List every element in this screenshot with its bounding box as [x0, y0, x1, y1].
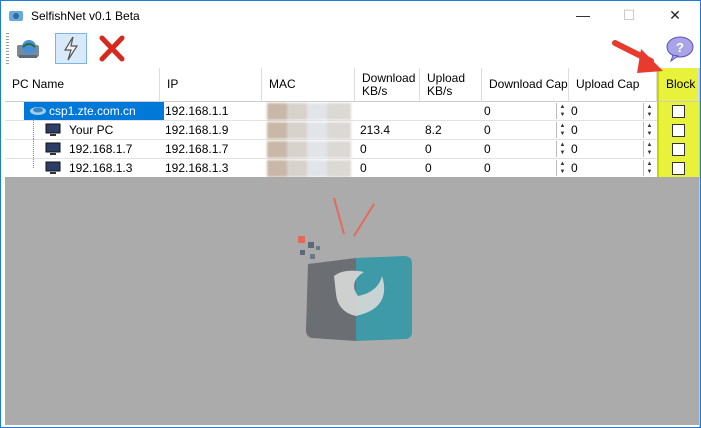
mac-cell: [267, 160, 351, 177]
title-bar: SelfishNet v0.1 Beta — ☐ ✕: [1, 1, 700, 31]
toolbar: ?: [1, 31, 700, 68]
close-button[interactable]: ✕: [652, 1, 698, 31]
table-row[interactable]: csp1.zte.com.cn 192.168.1.1 0 ▲ ▼ 0 ▲ ▼: [5, 102, 699, 121]
pc-name: Your PC: [69, 123, 114, 137]
spin-arrows-icon[interactable]: ▲ ▼: [643, 103, 655, 119]
block-cell: [657, 102, 699, 121]
network-icon: [17, 40, 39, 58]
column-header-upload[interactable]: Upload KB/s: [420, 68, 482, 102]
minimize-button[interactable]: —: [560, 1, 606, 31]
lightning-button[interactable]: [55, 33, 87, 64]
maximize-button[interactable]: ☐: [606, 1, 652, 31]
ip-cell: 192.168.1.1: [165, 104, 229, 118]
spin-arrows-icon[interactable]: ▲ ▼: [556, 160, 568, 176]
device-table: PC Name IP MAC Download KB/s Upload KB/s…: [5, 68, 699, 178]
red-arrow-icon: [612, 40, 663, 73]
mac-cell: [267, 103, 351, 120]
block-cell: [657, 121, 699, 140]
upload-cap-stepper[interactable]: 0 ▲ ▼: [569, 103, 655, 119]
download-cell: 0: [360, 161, 367, 175]
computer-icon: [45, 123, 61, 136]
spin-arrows-icon[interactable]: ▲ ▼: [556, 122, 568, 138]
download-cell: 0: [360, 142, 367, 156]
block-cell: [657, 159, 699, 178]
scrollbar-edge: [699, 68, 700, 427]
upload-cell: 0: [425, 161, 432, 175]
ip-cell: 192.168.1.7: [165, 142, 229, 156]
tree-connector: [33, 157, 34, 168]
svg-text:?: ?: [676, 40, 684, 55]
tree-connector: [33, 119, 34, 139]
table-row[interactable]: 192.168.1.3 192.168.1.3 0 0 0 ▲ ▼ 0 ▲ ▼: [5, 157, 699, 178]
block-cell: [657, 140, 699, 159]
toolbar-grip: [6, 33, 9, 64]
app-icon: [9, 11, 23, 21]
computer-icon: [45, 161, 61, 174]
column-header-mac[interactable]: MAC: [262, 68, 355, 102]
block-checkbox[interactable]: [672, 143, 685, 156]
block-checkbox[interactable]: [672, 105, 685, 118]
column-header-download-cap[interactable]: Download Cap: [482, 68, 569, 102]
block-checkbox[interactable]: [672, 124, 685, 137]
watermark-logo: [298, 197, 412, 341]
upload-cap-stepper[interactable]: 0 ▲ ▼: [569, 122, 655, 138]
spin-arrows-icon[interactable]: ▲ ▼: [556, 103, 568, 119]
computer-icon: [45, 142, 61, 155]
stop-icon: [99, 35, 125, 62]
tree-connector: [33, 138, 34, 158]
pc-name: csp1.zte.com.cn: [49, 104, 136, 118]
app-window: SelfishNet v0.1 Beta — ☐ ✕ ? PC Name IP …: [0, 0, 701, 428]
spin-arrows-icon[interactable]: ▲ ▼: [643, 141, 655, 157]
ip-cell: 192.168.1.9: [165, 123, 229, 137]
mac-cell: [267, 141, 351, 158]
block-checkbox[interactable]: [672, 162, 685, 175]
pc-name: 192.168.1.7: [69, 142, 133, 156]
download-cap-stepper[interactable]: 0 ▲ ▼: [482, 141, 568, 157]
download-cell: 213.4: [360, 123, 391, 137]
router-icon: [30, 107, 46, 115]
download-cap-stepper[interactable]: 0 ▲ ▼: [482, 103, 568, 119]
download-cap-stepper[interactable]: 0 ▲ ▼: [482, 122, 568, 138]
table-row[interactable]: 192.168.1.7 192.168.1.7 0 0 0 ▲ ▼ 0 ▲ ▼: [5, 138, 699, 159]
lightning-icon: [63, 36, 79, 61]
column-header-ip[interactable]: IP: [160, 68, 262, 102]
ip-cell: 192.168.1.3: [165, 161, 229, 175]
spin-arrows-icon[interactable]: ▲ ▼: [643, 160, 655, 176]
pc-name: 192.168.1.3: [69, 161, 133, 175]
stop-button[interactable]: [96, 33, 128, 64]
upload-cap-stepper[interactable]: 0 ▲ ▼: [569, 160, 655, 176]
window-title: SelfishNet v0.1 Beta: [31, 9, 140, 23]
spin-arrows-icon[interactable]: ▲ ▼: [556, 141, 568, 157]
mac-cell: [267, 122, 351, 139]
network-button[interactable]: [13, 33, 45, 64]
upload-cap-stepper[interactable]: 0 ▲ ▼: [569, 141, 655, 157]
column-header-download[interactable]: Download KB/s: [355, 68, 420, 102]
upload-cell: 8.2: [425, 123, 442, 137]
download-cap-stepper[interactable]: 0 ▲ ▼: [482, 160, 568, 176]
table-row[interactable]: Your PC 192.168.1.9 213.4 8.2 0 ▲ ▼ 0 ▲ ▼: [5, 119, 699, 140]
spin-arrows-icon[interactable]: ▲ ▼: [643, 122, 655, 138]
upload-cell: 0: [425, 142, 432, 156]
column-header-pc-name[interactable]: PC Name: [5, 68, 160, 102]
